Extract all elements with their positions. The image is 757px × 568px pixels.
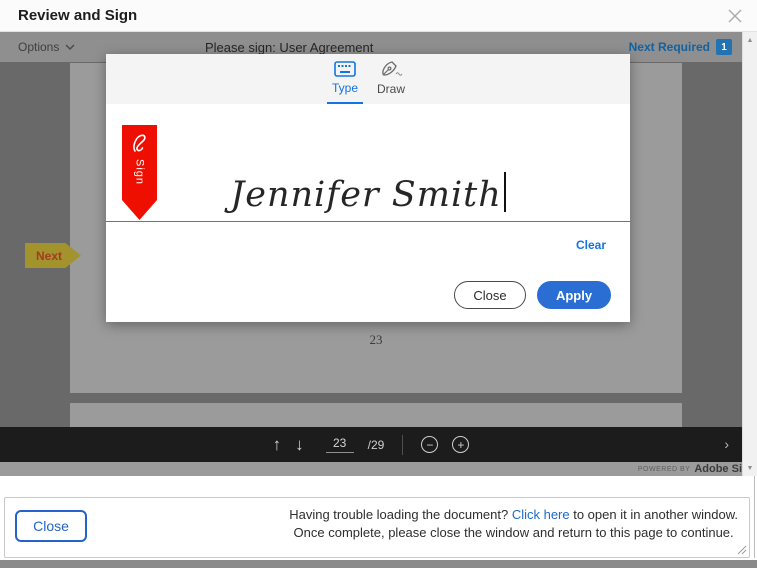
previous-page-icon[interactable]: ↑ (273, 436, 282, 453)
tab-type[interactable]: Type (327, 54, 363, 104)
page-number-text: 23 (70, 332, 682, 348)
powered-by-label: POWERED BY (638, 466, 690, 473)
toolbar-divider (402, 435, 403, 455)
close-icon[interactable] (727, 8, 743, 24)
signature-tabs: Type Draw (106, 54, 630, 104)
next-tag-label: Next (36, 249, 62, 263)
signature-dialog: Type Draw Sign Jennifer Smith (106, 54, 630, 322)
help-line1-pre: Having trouble loading the document? (289, 507, 512, 522)
clear-link[interactable]: Clear (576, 238, 606, 252)
brand-name: Adobe Si (694, 463, 742, 475)
chevron-right-icon[interactable]: › (724, 436, 729, 452)
footer-close-button[interactable]: Close (15, 510, 87, 542)
next-required-count-badge: 1 (716, 39, 732, 55)
typed-signature[interactable]: Jennifer Smith (106, 172, 630, 215)
zoom-out-icon[interactable]: − (421, 436, 438, 453)
zoom-in-icon[interactable]: + (452, 436, 469, 453)
keyboard-icon (334, 61, 356, 77)
tab-draw[interactable]: Draw (373, 54, 409, 104)
document-title: Please sign: User Agreement (205, 40, 373, 55)
tab-type-label: Type (332, 81, 358, 95)
tab-draw-label: Draw (377, 82, 405, 96)
page-footer: Close Having trouble loading the documen… (0, 476, 757, 568)
signature-input-area[interactable]: Sign Jennifer Smith (106, 104, 630, 222)
next-page-icon[interactable]: ↓ (295, 436, 304, 453)
footer-help-line1: Having trouble loading the document? Cli… (289, 506, 738, 524)
click-here-link[interactable]: Click here (512, 507, 570, 522)
page-total: /29 (368, 438, 385, 452)
help-line1-post: to open it in another window. (570, 507, 738, 522)
signature-dialog-buttons: Close Apply (454, 281, 611, 309)
review-and-sign-window: Review and Sign Options Please sign: Use… (0, 0, 757, 568)
footer-help-text: Having trouble loading the document? Cli… (289, 506, 738, 542)
options-menu[interactable]: Options (18, 40, 75, 54)
signature-dialog-footer: Clear Close Apply (106, 222, 630, 321)
text-caret (504, 172, 506, 212)
bottom-border-strip (0, 560, 757, 568)
window-titlebar: Review and Sign (0, 0, 757, 32)
document-page-24 (70, 403, 682, 427)
page-number-input[interactable] (326, 436, 354, 453)
apply-button[interactable]: Apply (537, 281, 611, 309)
options-label: Options (18, 40, 59, 54)
scroll-down-icon[interactable]: ▼ (743, 465, 757, 472)
next-required-label[interactable]: Next Required (629, 40, 710, 54)
adobe-logo-icon (128, 130, 152, 156)
resize-handle-icon[interactable] (735, 543, 747, 555)
footer-panel: Close Having trouble loading the documen… (4, 497, 750, 558)
window-edge-line (754, 476, 755, 558)
chevron-down-icon (65, 44, 75, 50)
powered-by-strip: POWERED BY Adobe Si (0, 462, 742, 476)
viewer-scrollbar[interactable]: ▲ ▼ (742, 32, 757, 476)
footer-help-line2: Once complete, please close the window a… (289, 524, 738, 542)
scroll-up-icon[interactable]: ▲ (743, 37, 757, 44)
next-required[interactable]: Next Required 1 (629, 39, 732, 55)
signature-text[interactable]: Jennifer Smith (230, 175, 502, 215)
dialog-close-button[interactable]: Close (454, 281, 526, 309)
pager-toolbar: ↑ ↓ /29 − + › (0, 427, 742, 462)
window-title: Review and Sign (18, 7, 137, 24)
pen-icon (379, 60, 403, 78)
